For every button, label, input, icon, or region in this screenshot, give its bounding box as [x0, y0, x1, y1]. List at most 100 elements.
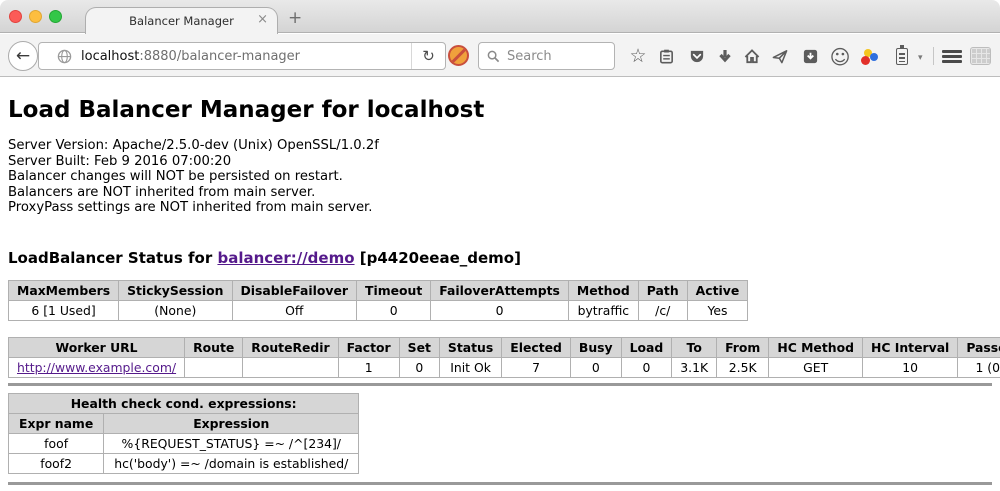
bookmarks-list-icon[interactable] [656, 47, 676, 66]
column-header-maxmembers: MaxMembers [9, 280, 119, 300]
grid-extension-icon[interactable] [970, 47, 991, 65]
balancer-settings-table: MaxMembers StickySession DisableFailover… [8, 280, 748, 321]
table-row: foof %{REQUEST_STATUS} =~ /^[234]/ [9, 433, 359, 453]
tab-close-icon[interactable]: × [257, 12, 268, 27]
balancer-demo-link[interactable]: balancer://demo [217, 249, 354, 267]
send-plane-icon[interactable] [770, 47, 790, 66]
health-table-title: Health check cond. expressions: [9, 393, 359, 413]
close-window-button[interactable] [9, 10, 22, 23]
table-row: 6 [1 Used] (None) Off 0 0 bytraffic /c/ … [9, 300, 748, 320]
cell-hc-method: GET [769, 357, 863, 377]
reload-icon: ↻ [422, 47, 435, 65]
cell-timeout: 0 [357, 300, 431, 320]
cell-to: 3.1K [672, 357, 717, 377]
cell-failoverattempts: 0 [431, 300, 569, 320]
divider [8, 482, 992, 485]
cell-maxmembers: 6 [1 Used] [9, 300, 119, 320]
minimize-window-button[interactable] [29, 10, 42, 23]
divider [8, 383, 992, 386]
column-header-passes: Passes [958, 337, 1000, 357]
column-header-load: Load [621, 337, 672, 357]
url-path: :8880/balancer-manager [139, 49, 300, 64]
loadbalancer-status-heading: LoadBalancer Status for balancer://demo … [8, 249, 992, 267]
column-header-hc-method: HC Method [769, 337, 863, 357]
reload-button[interactable]: ↻ [411, 43, 445, 69]
bookmark-star-icon[interactable]: ☆ [628, 47, 648, 66]
column-header-method: Method [568, 280, 638, 300]
titlebar: Balancer Manager × + [0, 0, 1000, 33]
globe-icon [57, 49, 72, 64]
cell-hc-interval: 10 [862, 357, 957, 377]
column-header-elected: Elected [502, 337, 571, 357]
column-header-factor: Factor [338, 337, 399, 357]
cell-expr-name: foof2 [9, 453, 104, 473]
container-battery-icon[interactable] [892, 47, 912, 66]
balancers-inherit-line: Balancers are NOT inherited from main se… [8, 185, 992, 201]
column-header-route: Route [185, 337, 243, 357]
table-header-row: Expr name Expression [9, 413, 359, 433]
cell-expression: %{REQUEST_STATUS} =~ /^[234]/ [104, 433, 359, 453]
pocket-icon[interactable] [687, 47, 707, 66]
back-arrow-icon: ← [16, 46, 30, 66]
cell-set: 0 [399, 357, 439, 377]
content-blocked-icon[interactable] [448, 45, 469, 66]
cell-busy: 0 [570, 357, 621, 377]
colors-extension-icon[interactable] [859, 47, 879, 66]
cell-elected: 7 [502, 357, 571, 377]
url-bar[interactable]: localhost:8880/balancer-manager ↻ [38, 42, 446, 70]
home-icon[interactable] [742, 47, 762, 66]
column-header-failoverattempts: FailoverAttempts [431, 280, 569, 300]
persist-warning-line: Balancer changes will NOT be persisted o… [8, 169, 992, 185]
toolbar-separator [933, 47, 934, 65]
emoji-smiley-icon[interactable]: ☺ [830, 47, 850, 66]
cell-method: bytraffic [568, 300, 638, 320]
colored-dots-icon [861, 49, 877, 65]
server-built-line: Server Built: Feb 9 2016 07:00:20 [8, 154, 992, 170]
column-header-hc-interval: HC Interval [862, 337, 957, 357]
chevron-down-icon[interactable]: ▾ [918, 53, 923, 63]
cell-worker-url: http://www.example.com/ [9, 357, 185, 377]
back-button[interactable]: ← [8, 41, 38, 71]
new-tab-button[interactable]: + [288, 8, 302, 28]
download-box-icon[interactable] [800, 47, 820, 66]
column-header-path: Path [638, 280, 687, 300]
cell-path: /c/ [638, 300, 687, 320]
column-header-to: To [672, 337, 717, 357]
tab-balancer-manager[interactable]: Balancer Manager × [85, 7, 278, 34]
status-suffix: [p4420eeae_demo] [355, 249, 521, 267]
search-icon [487, 50, 500, 63]
column-header-active: Active [687, 280, 748, 300]
column-header-routeredir: RouteRedir [243, 337, 338, 357]
search-input[interactable] [507, 49, 597, 64]
cell-status: Init Ok [439, 357, 501, 377]
cell-routeredir [243, 357, 338, 377]
worker-url-link[interactable]: http://www.example.com/ [17, 360, 176, 375]
downloads-icon[interactable] [715, 47, 735, 66]
cell-passes: 1 (0) [958, 357, 1000, 377]
table-header-row: Worker URL Route RouteRedir Factor Set S… [9, 337, 1000, 357]
search-bar[interactable] [478, 42, 615, 70]
column-header-expr-name: Expr name [9, 413, 104, 433]
url-text[interactable]: localhost:8880/balancer-manager [81, 49, 411, 64]
cell-from: 2.5K [717, 357, 769, 377]
page-content: Load Balancer Manager for localhost Serv… [0, 77, 1000, 491]
menu-button[interactable] [942, 50, 962, 63]
column-header-set: Set [399, 337, 439, 357]
zoom-window-button[interactable] [49, 10, 62, 23]
cell-load: 0 [621, 357, 672, 377]
health-check-table: Health check cond. expressions: Expr nam… [8, 393, 359, 474]
column-header-worker-url: Worker URL [9, 337, 185, 357]
clipboard-icon [658, 48, 675, 65]
page-title: Load Balancer Manager for localhost [8, 97, 992, 123]
status-prefix: LoadBalancer Status for [8, 249, 217, 267]
column-header-from: From [717, 337, 769, 357]
cell-active: Yes [687, 300, 748, 320]
server-version-line: Server Version: Apache/2.5.0-dev (Unix) … [8, 138, 992, 154]
navigation-toolbar: ← localhost:8880/balancer-manager ↻ ☆ [0, 34, 1000, 77]
cell-route [185, 357, 243, 377]
table-row: foof2 hc('body') =~ /domain is establish… [9, 453, 359, 473]
cell-expression: hc('body') =~ /domain is established/ [104, 453, 359, 473]
column-header-busy: Busy [570, 337, 621, 357]
table-header-row: MaxMembers StickySession DisableFailover… [9, 280, 748, 300]
table-row: http://www.example.com/ 1 0 Init Ok 7 0 … [9, 357, 1000, 377]
